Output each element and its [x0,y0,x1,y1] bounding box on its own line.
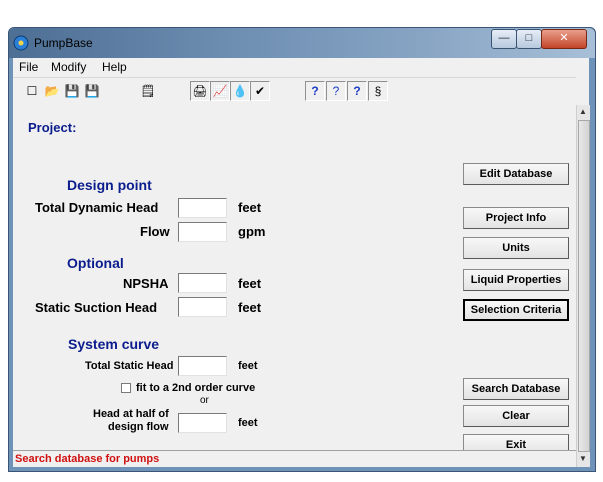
clear-button[interactable]: Clear [463,405,569,427]
save-icon[interactable]: 💾 [63,82,81,100]
menu-bar: File Modify Help [13,58,589,76]
units-button[interactable]: Units [463,237,569,259]
optional-header: Optional [67,255,124,271]
minimize-button[interactable]: — [491,29,517,49]
menu-file[interactable]: File [19,60,38,74]
context-help-icon[interactable]: ? [326,81,346,101]
flow-unit: gpm [238,224,266,239]
pumpbase-window: PumpBase — □ ✕ File Modify Help ☐ 📂 💾 💾 … [8,27,596,472]
about-icon[interactable]: ? [347,81,367,101]
selection-criteria-button[interactable]: Selection Criteria [463,299,569,321]
static-suction-head-input[interactable] [178,297,227,317]
check-icon[interactable]: ✔ [250,81,270,101]
print-icon[interactable]: 🖨 [190,81,210,101]
client-area: File Modify Help ☐ 📂 💾 💾 🗒 🖨 📈 💧 ✔ ? ? ?… [13,58,590,467]
new-file-icon[interactable]: ☐ [23,82,41,100]
menu-help[interactable]: Help [102,60,127,74]
npsha-label: NPSHA [123,276,169,291]
total-dynamic-head-label: Total Dynamic Head [35,200,159,215]
save-as-icon[interactable]: 💾 [83,82,101,100]
design-point-header: Design point [67,177,152,193]
edit-form-icon[interactable]: 🗒 [139,82,157,100]
status-bar: Search database for pumps [13,450,576,467]
system-curve-header: System curve [68,336,160,352]
help-icon[interactable]: ? [305,81,325,101]
app-icon [13,35,29,51]
head-half-unit: feet [238,417,258,429]
liquid-properties-button[interactable]: Liquid Properties [463,269,569,291]
fit-curve-checkbox[interactable] [121,383,131,393]
project-label: Project: [28,120,77,135]
info-icon[interactable]: § [368,81,388,101]
npsha-input[interactable] [178,273,227,293]
total-dynamic-head-unit: feet [238,200,262,215]
flow-input[interactable] [178,222,227,242]
liquid-drop-icon[interactable]: 💧 [230,81,250,101]
head-half-label-1: Head at half of [93,408,169,420]
head-half-input[interactable] [178,413,227,433]
edit-database-button[interactable]: Edit Database [463,163,569,185]
project-info-button[interactable]: Project Info [463,207,569,229]
head-half-label-2: design flow [108,421,169,433]
total-static-head-input[interactable] [178,356,227,376]
flow-label: Flow [140,224,170,239]
static-suction-head-label: Static Suction Head [35,300,158,315]
vertical-scrollbar[interactable]: ▲ ▼ [576,105,590,467]
maximize-button[interactable]: □ [516,29,542,49]
toolbar: ☐ 📂 💾 💾 🗒 🖨 📈 💧 ✔ ? ? ? § [13,77,576,107]
window-title: PumpBase [34,36,93,50]
title-bar[interactable]: PumpBase — □ ✕ [9,28,595,58]
fit-curve-label: fit to a 2nd order curve [136,382,256,394]
open-folder-icon[interactable]: 📂 [43,82,61,100]
or-label: or [200,395,209,406]
scroll-thumb[interactable] [578,120,590,452]
menu-modify[interactable]: Modify [51,60,86,74]
static-suction-head-unit: feet [238,300,262,315]
npsha-unit: feet [238,276,262,291]
project-form: Project: Design point Total Dynamic Head… [13,106,576,467]
total-static-head-label: Total Static Head [85,360,174,372]
scroll-down-icon[interactable]: ▼ [579,454,587,463]
search-database-button[interactable]: Search Database [463,378,569,400]
chart-icon[interactable]: 📈 [210,81,230,101]
total-dynamic-head-input[interactable] [178,198,227,218]
scroll-up-icon[interactable]: ▲ [579,107,587,116]
total-static-head-unit: feet [238,360,258,372]
close-button[interactable]: ✕ [541,29,587,49]
